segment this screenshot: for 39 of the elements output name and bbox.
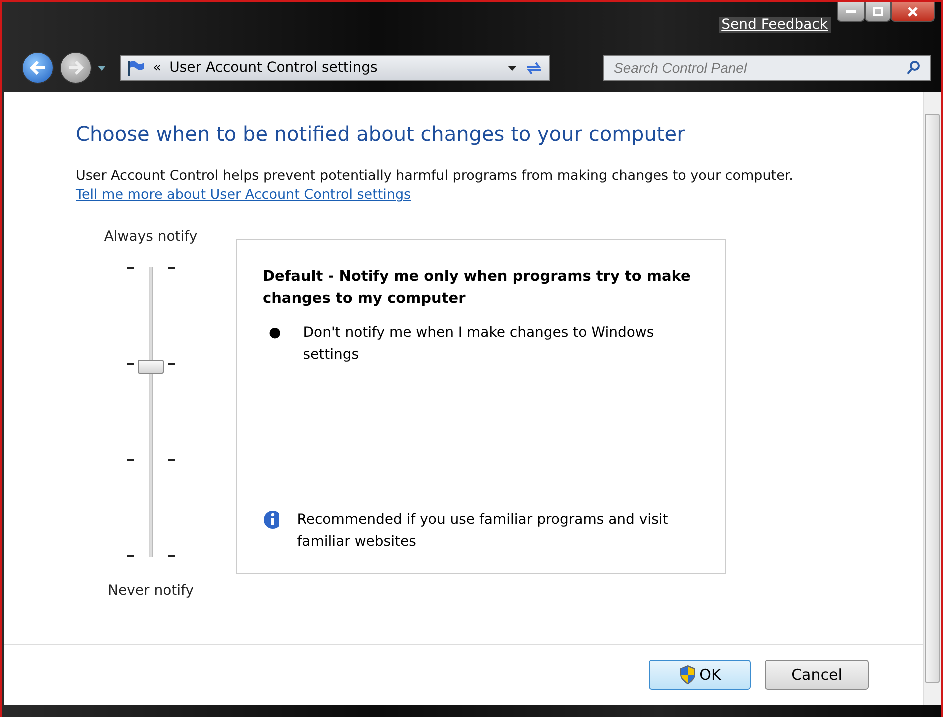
- note-text: Recommended if you use familiar programs and visit familiar websites: [297, 511, 670, 552]
- cancel-button[interactable]: Cancel: [765, 660, 869, 690]
- bullet: ●: [269, 324, 282, 343]
- dropdown-icon[interactable]: [508, 66, 517, 70]
- tick-mark: [127, 363, 134, 365]
- page-heading: Choose when to be notified about changes to your computer: [76, 122, 686, 146]
- bullet-text: Don't notify me when I make changes to Windows settings: [303, 324, 656, 365]
- slider-thumb[interactable]: [138, 360, 164, 374]
- maximize-button[interactable]: [865, 2, 891, 22]
- always-notify-label: Always notify: [104, 229, 198, 245]
- tick-mark: [127, 267, 134, 269]
- address-bar[interactable]: « User Account Control settings: [120, 55, 550, 81]
- description-text: User Account Control helps prevent potentially harmful programs from making changes to your computer.: [76, 168, 794, 184]
- dropdown-icon[interactable]: [98, 66, 106, 70]
- info-icon: [263, 510, 280, 530]
- back-button[interactable]: [22, 52, 54, 84]
- tick-mark: [127, 459, 134, 461]
- tick-mark: [168, 267, 175, 269]
- ok-button[interactable]: OK: [649, 660, 751, 690]
- maximize-icon: [873, 7, 883, 16]
- tick-mark: [168, 363, 175, 365]
- flag-icon: [127, 60, 145, 76]
- scrollbar[interactable]: [923, 92, 941, 705]
- send-feedback-link[interactable]: Send Feedback: [718, 17, 831, 33]
- back-arrow-icon: [30, 61, 46, 75]
- help-link[interactable]: Tell me more about User Account Control settings: [76, 187, 412, 203]
- never-notify-label: Never notify: [108, 583, 194, 599]
- search-field[interactable]: Search Control Panel: [603, 55, 931, 81]
- minimize-button[interactable]: [837, 2, 865, 22]
- panel-title: Default - Notify me only when programs try to make changes to my computer: [263, 268, 692, 309]
- tick-mark: [168, 555, 175, 557]
- forward-button[interactable]: [60, 52, 92, 84]
- close-icon: [908, 6, 918, 16]
- tick-mark: [168, 459, 175, 461]
- minimize-icon: [846, 10, 856, 14]
- close-button[interactable]: [891, 2, 935, 22]
- tick-mark: [127, 555, 134, 557]
- refresh-icon[interactable]: [525, 61, 543, 75]
- forward-arrow-icon: [68, 61, 84, 75]
